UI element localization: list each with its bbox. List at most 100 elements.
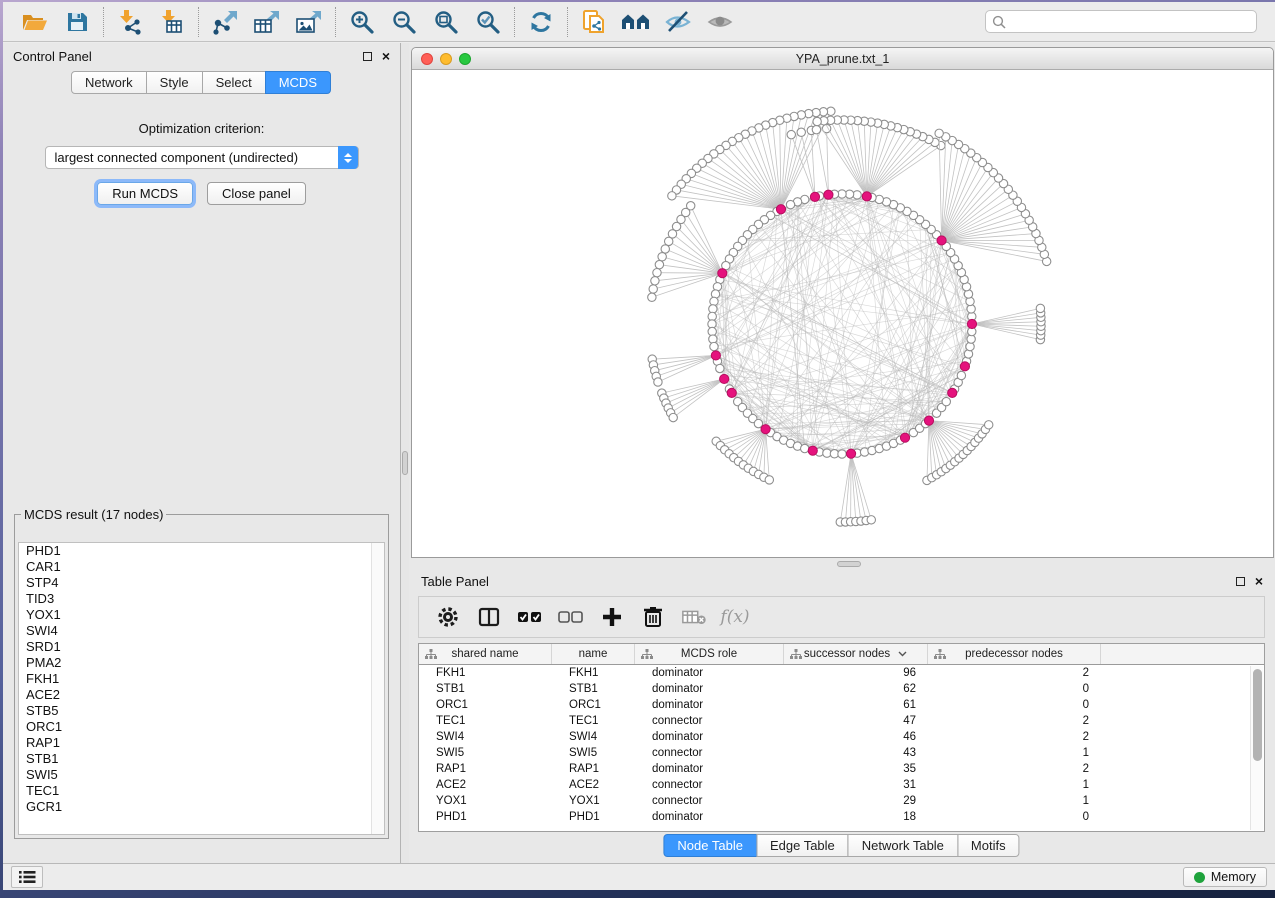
network-node[interactable] <box>1036 304 1044 312</box>
column-header-predecessor-nodes[interactable]: predecessor nodes <box>928 644 1101 664</box>
mcds-result-item[interactable]: TEC1 <box>19 783 384 799</box>
import-table-icon[interactable] <box>156 7 188 37</box>
network-hub-node[interactable] <box>718 269 727 278</box>
mcds-result-item[interactable]: CAR1 <box>19 559 384 575</box>
export-table-icon[interactable] <box>251 7 283 37</box>
tab-network[interactable]: Network <box>71 71 147 94</box>
run-mcds-button[interactable]: Run MCDS <box>97 182 193 205</box>
save-session-icon[interactable] <box>61 7 93 37</box>
tab-edge-table[interactable]: Edge Table <box>756 834 849 857</box>
table-row[interactable]: ORC1ORC1dominator610 <box>419 697 1264 713</box>
column-header-successor-nodes[interactable]: successor nodes <box>784 644 928 664</box>
tab-network-table[interactable]: Network Table <box>848 834 958 857</box>
network-canvas[interactable] <box>412 70 1273 557</box>
network-node[interactable] <box>765 476 773 484</box>
table-row[interactable]: STB1STB1dominator620 <box>419 681 1264 697</box>
horizontal-splitter-handle[interactable] <box>837 561 861 567</box>
table-options-icon[interactable] <box>435 604 461 630</box>
network-node[interactable] <box>651 277 659 285</box>
mcds-result-item[interactable]: YOX1 <box>19 607 384 623</box>
network-hub-node[interactable] <box>967 319 976 328</box>
select-all-icon[interactable] <box>517 604 543 630</box>
network-hub-node[interactable] <box>937 236 946 245</box>
result-list-scrollbar[interactable] <box>371 543 384 834</box>
network-node[interactable] <box>668 192 676 200</box>
network-node[interactable] <box>801 444 809 452</box>
network-node[interactable] <box>957 371 965 379</box>
network-node[interactable] <box>710 342 718 350</box>
vertical-splitter[interactable] <box>401 43 409 863</box>
network-hub-node[interactable] <box>711 351 720 360</box>
zoom-fit-icon[interactable] <box>430 7 462 37</box>
table-row[interactable]: SWI4SWI4dominator462 <box>419 729 1264 745</box>
window-minimize-icon[interactable] <box>440 53 452 65</box>
network-node[interactable] <box>867 516 875 524</box>
search-input[interactable] <box>985 10 1257 33</box>
import-network-icon[interactable] <box>114 7 146 37</box>
mcds-result-item[interactable]: FKH1 <box>19 671 384 687</box>
network-node[interactable] <box>716 364 724 372</box>
vertical-splitter-handle[interactable] <box>402 451 408 475</box>
mcds-result-item[interactable]: STB5 <box>19 703 384 719</box>
network-window-titlebar[interactable]: YPA_prune.txt_1 <box>412 48 1273 70</box>
table-row[interactable]: RAP1RAP1dominator352 <box>419 761 1264 777</box>
open-session-icon[interactable] <box>19 7 51 37</box>
zoom-out-icon[interactable] <box>388 7 420 37</box>
network-node[interactable] <box>984 421 992 429</box>
mcds-result-item[interactable]: TID3 <box>19 591 384 607</box>
tab-mcds[interactable]: MCDS <box>265 71 331 94</box>
add-column-icon[interactable] <box>599 604 625 630</box>
tab-node-table[interactable]: Node Table <box>663 834 757 857</box>
column-header-shared-name[interactable]: shared name <box>419 644 552 664</box>
tab-motifs[interactable]: Motifs <box>957 834 1020 857</box>
column-header-name[interactable]: name <box>552 644 635 664</box>
network-hub-node[interactable] <box>948 388 957 397</box>
refresh-icon[interactable] <box>525 7 557 37</box>
network-hub-node[interactable] <box>900 433 909 442</box>
export-image-icon[interactable] <box>293 7 325 37</box>
table-row[interactable]: TEC1TEC1connector472 <box>419 713 1264 729</box>
function-builder-icon[interactable]: f(x) <box>722 604 748 630</box>
network-hub-node[interactable] <box>761 425 770 434</box>
network-node[interactable] <box>935 129 943 137</box>
table-scrollbar[interactable] <box>1250 666 1263 830</box>
network-hub-node[interactable] <box>846 449 855 458</box>
mcds-result-item[interactable]: PMA2 <box>19 655 384 671</box>
mcds-result-item[interactable]: SWI4 <box>19 623 384 639</box>
show-all-icon[interactable] <box>704 7 736 37</box>
network-node[interactable] <box>838 450 846 458</box>
zoom-in-icon[interactable] <box>346 7 378 37</box>
network-hub-node[interactable] <box>824 190 833 199</box>
mcds-result-item[interactable]: GCR1 <box>19 799 384 815</box>
float-panel-icon[interactable] <box>363 52 372 61</box>
network-node[interactable] <box>658 253 666 261</box>
mcds-result-item[interactable]: STP4 <box>19 575 384 591</box>
table-row[interactable]: YOX1YOX1connector291 <box>419 793 1264 809</box>
network-hub-node[interactable] <box>776 205 785 214</box>
network-node[interactable] <box>655 260 663 268</box>
close-panel-button[interactable]: Close panel <box>207 182 306 205</box>
zoom-selected-icon[interactable] <box>472 7 504 37</box>
table-row[interactable]: ACE2ACE2connector311 <box>419 777 1264 793</box>
mcds-result-item[interactable]: STB1 <box>19 751 384 767</box>
delete-table-icon[interactable] <box>681 604 707 630</box>
delete-column-icon[interactable] <box>640 604 666 630</box>
network-hub-node[interactable] <box>720 374 729 383</box>
memory-button[interactable]: Memory <box>1183 867 1267 887</box>
export-network-icon[interactable] <box>209 7 241 37</box>
network-node[interactable] <box>797 128 805 136</box>
network-hub-node[interactable] <box>924 416 933 425</box>
float-table-panel-icon[interactable] <box>1236 577 1245 586</box>
network-hub-node[interactable] <box>808 446 817 455</box>
mcds-result-item[interactable]: SWI5 <box>19 767 384 783</box>
column-header-MCDS-role[interactable]: MCDS role <box>635 644 784 664</box>
hide-selected-icon[interactable] <box>662 7 694 37</box>
tab-select[interactable]: Select <box>202 71 266 94</box>
mcds-result-item[interactable]: SRD1 <box>19 639 384 655</box>
network-node[interactable] <box>653 268 661 276</box>
mcds-result-item[interactable]: ORC1 <box>19 719 384 735</box>
table-row[interactable]: FKH1FKH1dominator962 <box>419 665 1264 681</box>
network-node[interactable] <box>812 125 820 133</box>
network-hub-node[interactable] <box>810 192 819 201</box>
network-hub-node[interactable] <box>960 362 969 371</box>
